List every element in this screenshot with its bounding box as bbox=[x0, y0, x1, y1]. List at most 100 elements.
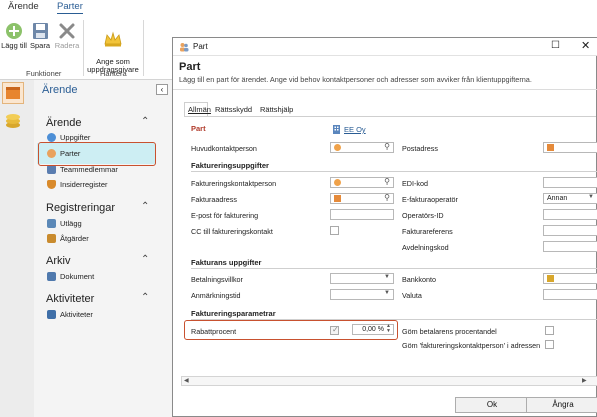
remark-time-select[interactable]: ▼ bbox=[330, 289, 394, 300]
maximize-button[interactable]: ☐ bbox=[551, 40, 560, 51]
save-button[interactable]: Spara bbox=[28, 22, 52, 50]
nav-item-utlagg[interactable]: Utlägg bbox=[47, 219, 82, 228]
nav-section-registreringar: Registreringar bbox=[46, 202, 116, 214]
dialog-titlebar: Part ☐ ✕ bbox=[173, 38, 597, 56]
billing-email-field[interactable] bbox=[330, 209, 394, 220]
edi-field[interactable] bbox=[543, 177, 597, 188]
nav-item-label: Åtgärder bbox=[60, 234, 89, 243]
currency-field[interactable] bbox=[543, 289, 597, 300]
department-field[interactable] bbox=[543, 241, 597, 252]
bank-account-field[interactable] bbox=[543, 273, 597, 284]
hide-contact-checkbox[interactable] bbox=[545, 340, 554, 349]
nav-item-teammedlemmar[interactable]: Teammedlemmar bbox=[47, 165, 118, 174]
actions-icon bbox=[47, 234, 56, 243]
tab-parter[interactable]: Parter bbox=[57, 1, 83, 14]
close-button[interactable]: ✕ bbox=[581, 39, 590, 52]
operator-label: E-fakturaoperatör bbox=[402, 195, 458, 204]
chevron-up-icon[interactable]: ⌃ bbox=[141, 292, 149, 303]
nav-item-label: Uppgifter bbox=[60, 133, 91, 142]
cc-billing-label: CC till faktureringskontakt bbox=[191, 227, 273, 236]
chevron-up-icon[interactable]: ⌃ bbox=[141, 116, 149, 127]
nav-item-label: Aktiviteter bbox=[60, 310, 93, 319]
assign-client-button[interactable]: Ange som uppdragsgivare bbox=[85, 22, 141, 74]
billing-contact-label: Faktureringskontaktperson bbox=[191, 179, 277, 188]
section-invoice: Fakturans uppgifter bbox=[191, 258, 262, 267]
dialog-heading: Part bbox=[179, 61, 201, 73]
tab-allman[interactable]: Allmän bbox=[188, 105, 211, 114]
delete-icon bbox=[59, 23, 75, 39]
invoice-ref-field[interactable] bbox=[543, 225, 597, 236]
nav-item-uppgifter[interactable]: Uppgifter bbox=[47, 133, 90, 142]
main-contact-field[interactable]: ⚲ bbox=[330, 142, 394, 153]
bank-icon bbox=[547, 275, 554, 282]
chevron-left-icon: ‹ bbox=[160, 85, 164, 94]
scroll-right-icon[interactable]: ▶ bbox=[582, 377, 587, 384]
operator-value: Annan bbox=[547, 195, 568, 202]
hide-percent-label: Göm betalarens procentandel bbox=[402, 327, 497, 336]
currency-label: Valuta bbox=[402, 291, 422, 300]
nav-item-insiderregister[interactable]: Insiderregister bbox=[47, 180, 108, 189]
nav-item-aktiviteter[interactable]: Aktiviteter bbox=[47, 310, 93, 319]
collapse-nav-button[interactable]: ‹ bbox=[156, 84, 168, 95]
horizontal-scrollbar[interactable]: ◀ ▶ bbox=[181, 376, 597, 386]
document-icon bbox=[47, 272, 56, 281]
invoice-ref-label: Fakturareferens bbox=[402, 227, 453, 236]
header-divider bbox=[173, 89, 597, 90]
team-icon bbox=[47, 165, 56, 174]
nav-rail-billing[interactable] bbox=[3, 110, 23, 132]
group-label-handle: Hantera bbox=[100, 69, 127, 78]
tab-rattsskydd[interactable]: Rättsskydd bbox=[215, 105, 252, 114]
save-button-label: Spara bbox=[29, 41, 50, 50]
search-icon[interactable]: ⚲ bbox=[384, 142, 390, 151]
delete-button[interactable]: Radera bbox=[52, 22, 82, 50]
search-icon[interactable]: ⚲ bbox=[384, 177, 390, 186]
ok-button[interactable]: Ok bbox=[455, 397, 529, 413]
save-icon bbox=[32, 23, 48, 39]
nav-item-label: Dokument bbox=[60, 272, 95, 281]
ribbon: Ärende Parter Lägg till Spara Radera Ang… bbox=[0, 0, 172, 80]
payment-terms-select[interactable]: ▼ bbox=[330, 273, 394, 284]
shield-icon bbox=[47, 180, 56, 189]
nav-item-atgarder[interactable]: Åtgärder bbox=[47, 234, 89, 243]
department-label: Avdelningskod bbox=[402, 243, 449, 252]
tab-arende[interactable]: Ärende bbox=[8, 1, 39, 12]
nav-title: Ärende bbox=[42, 84, 78, 96]
cancel-button[interactable]: Ångra bbox=[526, 397, 597, 413]
dialog-description: Lägg till en part för ärendet. Ange vid … bbox=[179, 75, 532, 84]
nav-rail-case[interactable] bbox=[2, 82, 24, 104]
party-link[interactable]: EE Oy bbox=[344, 125, 366, 134]
highlight-discount bbox=[184, 320, 398, 340]
operator-id-label: Operatörs-ID bbox=[402, 211, 444, 220]
chevron-down-icon: ▼ bbox=[588, 194, 594, 200]
section-divider bbox=[191, 171, 597, 172]
bank-account-label: Bankkonto bbox=[402, 275, 436, 284]
scroll-left-icon[interactable]: ◀ bbox=[184, 377, 189, 384]
billing-address-field[interactable]: ⚲ bbox=[330, 193, 394, 204]
maximize-icon: ☐ bbox=[551, 40, 560, 51]
remark-time-label: Anmärkningstid bbox=[191, 291, 241, 300]
chevron-up-icon[interactable]: ⌃ bbox=[141, 254, 149, 265]
search-icon[interactable]: ⚲ bbox=[384, 193, 390, 202]
section-billing: Faktureringsuppgifter bbox=[191, 161, 269, 170]
operator-id-field[interactable] bbox=[543, 209, 597, 220]
add-button[interactable]: Lägg till bbox=[0, 22, 28, 50]
address-icon bbox=[334, 195, 341, 202]
nav-section-arende: Ärende bbox=[46, 117, 82, 129]
nav-section-aktiviteter: Aktiviteter bbox=[46, 293, 95, 305]
operator-select[interactable]: Annan ▼ bbox=[543, 193, 597, 204]
nav-item-label: Insiderregister bbox=[60, 180, 108, 189]
section-divider bbox=[191, 268, 597, 269]
chevron-up-icon[interactable]: ⌃ bbox=[141, 201, 149, 212]
billing-contact-field[interactable]: ⚲ bbox=[330, 177, 394, 188]
section-billing-params: Faktureringsparametrar bbox=[191, 309, 276, 318]
postal-address-field[interactable] bbox=[543, 142, 597, 153]
billing-email-label: E-post för fakturering bbox=[191, 211, 259, 220]
ribbon-separator bbox=[143, 20, 144, 76]
dialog-window-title: Part bbox=[193, 42, 208, 51]
tab-rattshjalp[interactable]: Rättshjälp bbox=[260, 105, 293, 114]
main-contact-label: Huvudkontaktperson bbox=[191, 144, 257, 153]
cc-billing-checkbox[interactable] bbox=[330, 226, 339, 235]
postal-address-label: Postadress bbox=[402, 144, 438, 153]
hide-percent-checkbox[interactable] bbox=[545, 326, 554, 335]
nav-item-dokument[interactable]: Dokument bbox=[47, 272, 94, 281]
